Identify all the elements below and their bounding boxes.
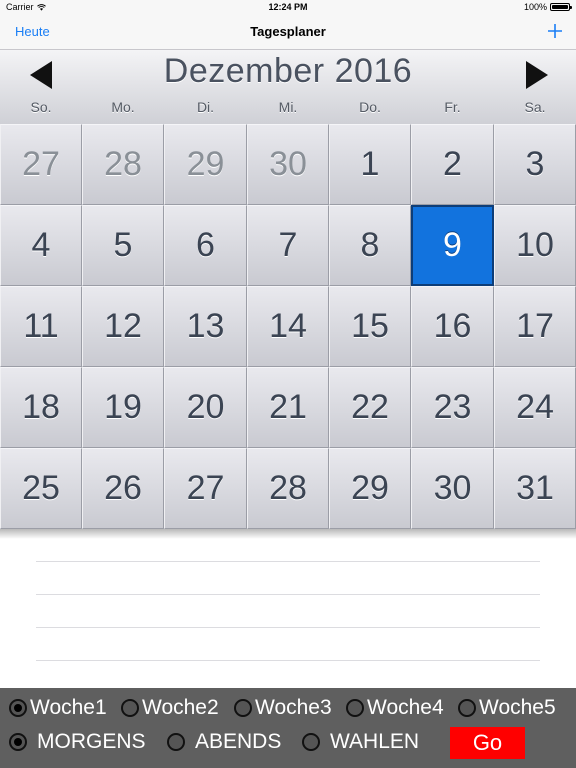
weekday-label: Mi. [278,99,298,115]
day-cell[interactable]: 3 [494,124,576,205]
battery-percent: 100% [523,2,547,12]
go-button[interactable]: Go [450,727,525,759]
week-option-label: Woche3 [255,696,332,719]
weekday-label: Di. [196,99,215,115]
week-option-label: Woche2 [142,696,219,719]
day-cell[interactable]: 27 [0,124,82,205]
day-cell[interactable]: 17 [494,286,576,367]
day-cell[interactable]: 21 [247,367,329,448]
day-cell[interactable]: 26 [82,448,164,529]
radio-button-icon[interactable] [9,699,27,717]
day-cell[interactable]: 2 [411,124,494,205]
week-option[interactable]: Woche3 [234,696,332,720]
time-option[interactable]: WAHLEN [302,730,419,754]
radio-button-icon[interactable] [458,699,476,717]
day-cell[interactable]: 29 [164,124,247,205]
next-month-arrow-icon[interactable] [522,58,552,92]
day-cell[interactable]: 11 [0,286,82,367]
week-option[interactable]: Woche4 [346,696,444,720]
status-time: 12:24 PM [268,2,308,12]
day-cell[interactable]: 24 [494,367,576,448]
day-cell[interactable]: 10 [494,205,576,286]
day-cell[interactable]: 27 [164,448,247,529]
status-bar: Carrier 12:24 PM 100% [0,0,576,14]
weekday-label: Sa. [524,99,546,115]
day-cell[interactable]: 30 [411,448,494,529]
day-cell[interactable]: 5 [82,205,164,286]
day-cell[interactable]: 19 [82,367,164,448]
day-cell[interactable]: 31 [494,448,576,529]
radio-button-icon[interactable] [9,733,27,751]
day-cell[interactable]: 28 [247,448,329,529]
weekday-label: Mo. [111,99,135,115]
grid-shadow [0,529,576,539]
plus-icon[interactable] [548,18,562,44]
week-option[interactable]: Woche5 [458,696,556,720]
day-cell-selected[interactable]: 9 [411,205,494,286]
radio-button-icon[interactable] [121,699,139,717]
week-option-label: Woche5 [479,696,556,719]
day-cell[interactable]: 7 [247,205,329,286]
radio-button-icon[interactable] [346,699,364,717]
month-title: Dezember 2016 [163,52,413,90]
time-option[interactable]: MORGENS [9,730,146,754]
calendar-grid: 27 28 29 30 1 2 3 4 5 6 7 8 9 10 11 12 13 14 15 16 17 18 19 20 2… [0,124,576,529]
day-cell[interactable]: 18 [0,367,82,448]
time-option-label: WAHLEN [330,730,420,753]
navigation-bar: Heute Tagesplaner [0,14,576,50]
week-option-label: Woche1 [30,696,107,719]
day-cell[interactable]: 28 [82,124,164,205]
week-option-label: Woche4 [367,696,444,719]
day-cell[interactable]: 6 [164,205,247,286]
weekday-label: Fr. [444,99,461,115]
list-separator [36,594,540,595]
day-cell[interactable]: 14 [247,286,329,367]
list-separator [36,660,540,661]
list-separator [36,627,540,628]
weekday-label: So. [30,99,52,115]
calendar-header: Dezember 2016 So. Mo. Di. Mi. Do. Fr. Sa. [0,50,576,125]
options-panel: Woche1 Woche2 Woche3 Woche4 Woche5 MORGENS AB… [0,688,576,768]
weekday-row: So. Mo. Di. Mi. Do. Fr. Sa. [0,99,576,119]
day-cell[interactable]: 15 [329,286,411,367]
day-cell[interactable]: 4 [0,205,82,286]
battery-icon [550,3,572,11]
event-list [0,540,576,688]
day-cell[interactable]: 20 [164,367,247,448]
day-cell[interactable]: 13 [164,286,247,367]
radio-button-icon[interactable] [234,699,252,717]
time-option[interactable]: ABENDS [167,730,281,754]
day-cell[interactable]: 25 [0,448,82,529]
list-separator [36,561,540,562]
day-cell[interactable]: 16 [411,286,494,367]
time-option-label: MORGENS [37,730,146,753]
day-cell[interactable]: 23 [411,367,494,448]
week-option[interactable]: Woche1 [9,696,107,720]
weekday-label: Do. [359,99,381,115]
week-option[interactable]: Woche2 [121,696,219,720]
status-right: 100% [523,2,572,12]
radio-button-icon[interactable] [302,733,320,751]
time-option-label: ABENDS [195,730,282,753]
day-cell[interactable]: 12 [82,286,164,367]
day-cell[interactable]: 8 [329,205,411,286]
radio-button-icon[interactable] [167,733,185,751]
day-cell[interactable]: 30 [247,124,329,205]
day-cell[interactable]: 22 [329,367,411,448]
page-title: Tagesplaner [250,24,326,39]
day-cell[interactable]: 29 [329,448,411,529]
week-options-row: Woche1 Woche2 Woche3 Woche4 Woche5 [0,690,576,724]
day-cell[interactable]: 1 [329,124,411,205]
